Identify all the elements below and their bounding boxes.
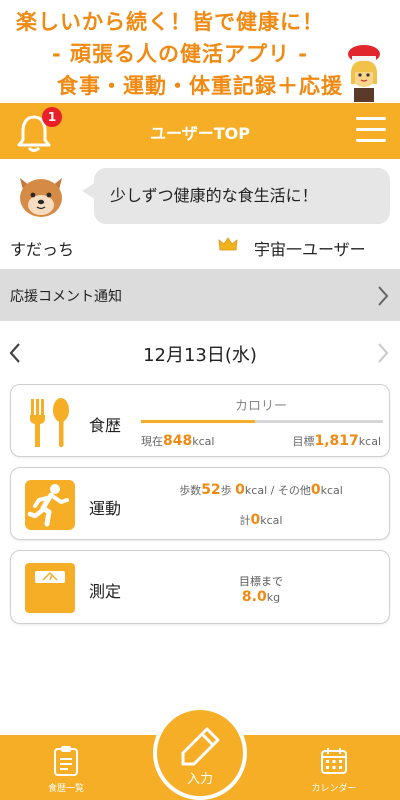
target-prefix: 目標 <box>292 435 315 448</box>
current-value: 848 <box>163 433 193 449</box>
page-title: ユーザーTOP <box>150 124 250 143</box>
crown-icon <box>218 237 238 251</box>
running-person-icon <box>25 480 75 530</box>
input-button[interactable]: 入力 <box>153 706 247 800</box>
profile-message-bubble: 少しずつ健康的な食生活に！ <box>94 168 390 224</box>
chevron-left-icon[interactable] <box>8 342 22 364</box>
calorie-label: カロリー <box>234 399 287 414</box>
total-value: 0 <box>250 512 261 528</box>
current-unit: kcal <box>192 435 215 448</box>
calorie-progress-bar <box>141 420 383 423</box>
goal-label: 目標まで <box>239 575 283 588</box>
exercise-card[interactable]: 運動 歩数52歩 0kcal / その他0kcal 計0kcal <box>10 467 390 540</box>
target-value: 1,817 <box>314 433 359 449</box>
hamburger-menu-icon[interactable] <box>356 117 386 145</box>
exercise-steps-summary: 歩数52歩 0kcal / その他0kcal <box>141 482 381 498</box>
nav-calendar[interactable]: カレンダー <box>284 745 384 794</box>
notification-badge: 1 <box>42 107 62 127</box>
total-prefix: 計 <box>239 514 251 527</box>
nav-meal-history[interactable]: 食歴一覧 <box>16 745 116 794</box>
measure-title: 測定 <box>89 582 122 601</box>
promo-line-2: - 頑張る人の健活アプリ - <box>51 42 309 66</box>
other-kcal-unit: kcal <box>320 484 343 497</box>
promo-line-1: 楽しいから続く！皆で健康に！ <box>16 10 324 34</box>
input-button-label: 入力 <box>186 772 213 787</box>
nav-meal-history-label: 食歴一覧 <box>47 784 84 794</box>
steps-kcal-unit: kcal / その他 <box>244 484 311 497</box>
calorie-current: 現在848kcal <box>141 433 214 449</box>
steps-unit: 歩 <box>220 484 232 497</box>
goal-remaining: 8.0kg <box>141 589 381 605</box>
fork-spoon-icon <box>30 398 69 447</box>
pencil-icon <box>181 727 220 766</box>
goal-value: 8.0 <box>241 589 267 605</box>
current-prefix: 現在 <box>141 435 163 448</box>
calorie-target: 目標1,817kcal <box>292 433 381 449</box>
steps-prefix: 歩数 <box>179 484 202 497</box>
measure-card[interactable]: 測定 目標まで 8.0kg <box>10 550 390 624</box>
chevron-right-icon <box>378 286 389 306</box>
app-header: 1 ユーザーTOP <box>0 103 400 159</box>
steps-kcal-value: 0 <box>235 482 245 498</box>
exercise-total: 計0kcal <box>141 512 381 528</box>
username: すだっち <box>10 240 75 259</box>
user-rank: 宇宙一ユーザー <box>254 240 366 259</box>
target-unit: kcal <box>358 435 381 448</box>
exercise-title: 運動 <box>89 499 122 518</box>
current-date: 12月13日(水) <box>143 345 257 366</box>
dog-avatar[interactable] <box>14 168 68 222</box>
promo-banner: 楽しいから続く！皆で健康に！ - 頑張る人の健活アプリ - 食事・運動・体重記録… <box>0 0 400 103</box>
nav-calendar-label: カレンダー <box>311 784 357 794</box>
chevron-right-icon[interactable] <box>376 342 390 364</box>
mascot-chef-illustration <box>348 45 380 102</box>
meal-title: 食歴 <box>89 416 122 435</box>
goal-unit: kg <box>266 591 281 604</box>
meal-card[interactable]: 食歴 カロリー 現在848kcal 目標1,817kcal <box>10 384 390 457</box>
steps-value: 52 <box>201 482 221 498</box>
total-unit: kcal <box>260 514 283 527</box>
scale-icon <box>25 563 75 613</box>
cheer-comment-notice-row[interactable]: 応援コメント通知 <box>0 269 400 321</box>
other-kcal-value: 0 <box>310 482 321 498</box>
clipboard-list-icon <box>54 746 78 776</box>
notice-label: 応援コメント通知 <box>10 289 122 305</box>
calendar-icon <box>321 748 347 774</box>
calorie-progress-fill <box>141 420 255 423</box>
